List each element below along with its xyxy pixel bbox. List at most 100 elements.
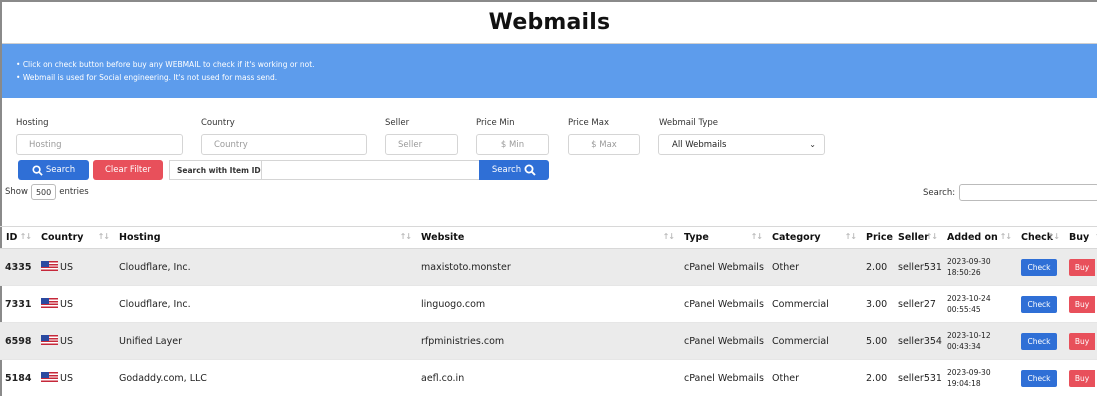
item-id-search-button[interactable]: Search: [479, 160, 549, 180]
cell-added-on: 2023-10-12 00:43:34: [941, 322, 1015, 360]
table-search: Search:: [923, 184, 1097, 201]
cell-hosting: Godaddy.com, LLC: [113, 359, 415, 396]
column-header-type[interactable]: Type ↑↓: [678, 226, 766, 249]
column-header-category[interactable]: Category ↑↓: [766, 226, 860, 249]
buy-button[interactable]: Buy: [1069, 369, 1095, 387]
cell-buy: Buy: [1063, 322, 1097, 360]
cell-hosting: Cloudflare, Inc.: [113, 248, 415, 286]
table-row: 5184 US Godaddy.com, LLC aefl.co.in cPanel W…: [0, 359, 1097, 396]
cell-type: cPanel Webmails: [678, 285, 766, 323]
column-header-label: Website: [421, 232, 465, 243]
table-search-input[interactable]: [959, 184, 1097, 201]
cell-hosting: Unified Layer: [113, 322, 415, 360]
country-input[interactable]: Country: [201, 134, 367, 155]
column-header-website[interactable]: Website ↑↓: [415, 226, 678, 249]
check-button[interactable]: Check: [1021, 332, 1057, 350]
cell-website: rfpministries.com: [415, 322, 678, 360]
webmail-type-select[interactable]: All Webmails ⌄: [658, 134, 825, 155]
cell-seller: seller531: [892, 248, 942, 286]
cell-check: Check: [1015, 359, 1063, 396]
price-min-input[interactable]: $ Min: [476, 134, 549, 155]
cell-website: maxistoto.monster: [415, 248, 678, 286]
column-header-seller[interactable]: Seller ↑↓: [892, 226, 941, 249]
column-header-label: Type: [684, 232, 709, 243]
page-size-control: Show 500 entries: [5, 184, 89, 200]
cell-category: Other: [766, 248, 860, 286]
cell-category: Commercial: [766, 322, 860, 360]
price-min-label: Price Min: [476, 118, 515, 128]
page-size-select[interactable]: 500: [30, 184, 57, 200]
seller-label: Seller: [385, 118, 410, 128]
cell-seller: seller27: [892, 285, 941, 323]
us-flag-icon: [41, 335, 58, 345]
cell-check: Check: [1015, 248, 1063, 286]
column-header-country[interactable]: Country ↑↓: [35, 226, 113, 249]
seller-input[interactable]: Seller: [385, 134, 458, 155]
cell-category: Other: [766, 359, 860, 396]
cell-country: US: [35, 359, 113, 396]
added-time: 00:43:34: [947, 342, 981, 351]
hosting-label: Hosting: [16, 118, 49, 128]
cell-type: cPanel Webmails: [678, 248, 766, 286]
check-button[interactable]: Check: [1021, 369, 1057, 387]
cell-added-on: 2023-09-30 19:04:18: [941, 359, 1015, 396]
column-header-hosting[interactable]: Hosting ↑↓: [113, 226, 415, 249]
column-header-label: Added on: [947, 232, 998, 243]
webmail-type-value: All Webmails: [672, 139, 727, 150]
cell-id: 6598: [0, 322, 35, 360]
buy-button[interactable]: Buy: [1069, 258, 1095, 276]
cell-buy: Buy: [1063, 248, 1097, 286]
sort-icon: ↑↓: [999, 232, 1012, 241]
item-id-input[interactable]: [261, 160, 480, 180]
cell-added-on: 2023-10-24 00:55:45: [941, 285, 1015, 323]
cell-type: cPanel Webmails: [678, 359, 766, 396]
column-header-label: Seller: [898, 232, 929, 243]
column-header-price[interactable]: Price: [860, 226, 893, 249]
cell-seller: seller354: [892, 322, 942, 360]
sort-icon: ↑↓: [662, 232, 675, 241]
entries-label: entries: [59, 187, 89, 197]
search-button[interactable]: Search: [18, 160, 89, 180]
check-button[interactable]: Check: [1021, 258, 1057, 276]
country-code: US: [60, 262, 73, 273]
column-header-buy[interactable]: Buy↑↓: [1063, 226, 1097, 249]
column-header-label: ID: [6, 232, 18, 243]
notice-line: Click on check button before buy any WEB…: [16, 58, 1097, 71]
column-header-added-on[interactable]: Added on ↑↓: [941, 226, 1015, 249]
buy-button[interactable]: Buy: [1069, 295, 1095, 313]
sort-icon: ↑↓: [925, 232, 938, 241]
price-max-label: Price Max: [568, 118, 610, 128]
column-header-id[interactable]: ID ↑↓: [0, 226, 35, 249]
cell-website: aefl.co.in: [415, 359, 678, 396]
cell-buy: Buy: [1063, 359, 1097, 396]
clear-filter-button[interactable]: Clear Filter: [93, 160, 163, 180]
column-header-label: Buy: [1069, 232, 1090, 243]
added-date: 2023-10-24: [947, 294, 991, 303]
country-code: US: [60, 336, 73, 347]
us-flag-icon: [41, 298, 58, 308]
cell-id: 5184: [0, 359, 35, 396]
page-title: Webmails: [2, 2, 1097, 44]
country-code: US: [60, 373, 73, 384]
buy-button[interactable]: Buy: [1069, 332, 1095, 350]
notice-banner: Click on check button before buy any WEB…: [2, 44, 1097, 98]
column-header-check[interactable]: Check ↑↓: [1015, 226, 1063, 249]
item-id-search-button-label: Search: [491, 165, 522, 175]
hosting-input[interactable]: Hosting: [16, 134, 183, 155]
us-flag-icon: [41, 261, 58, 271]
table-controls: Show 500 entries Search:: [2, 178, 1097, 204]
sort-icon: ↑↓: [97, 232, 110, 241]
column-header-label: Hosting: [119, 232, 161, 243]
webmails-table: ID ↑↓ Country ↑↓ Hosting ↑↓ Website ↑↓ Type ↑…: [0, 226, 1097, 396]
table-search-label: Search:: [923, 187, 956, 198]
table-row: 4335 US Cloudflare, Inc. maxistoto.monster c…: [0, 248, 1097, 286]
cell-price: 2.00: [860, 359, 892, 396]
country-label: Country: [201, 118, 235, 128]
cell-buy: Buy: [1063, 285, 1097, 323]
added-time: 00:55:45: [947, 305, 981, 314]
price-max-input[interactable]: $ Max: [568, 134, 640, 155]
added-date: 2023-09-30: [947, 257, 991, 266]
cell-website: linguogo.com: [415, 285, 678, 323]
check-button[interactable]: Check: [1021, 295, 1057, 313]
sort-icon: ↑↓: [1047, 232, 1060, 241]
